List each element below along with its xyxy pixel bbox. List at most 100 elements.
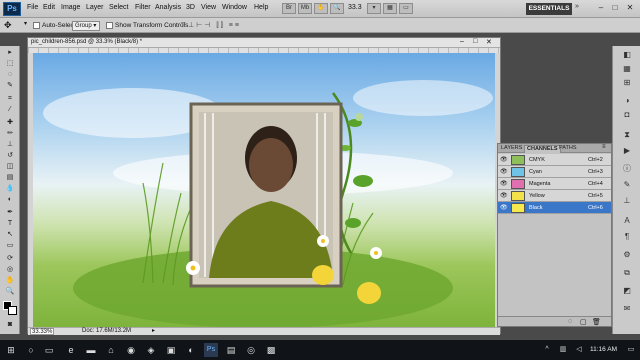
blur-tool[interactable]: 💧 — [3, 184, 17, 194]
channel-row[interactable]: 👁 CMYK Ctrl+2 — [498, 154, 611, 166]
gradient-tool[interactable]: ▤ — [3, 173, 17, 183]
transform-controls-checkbox[interactable] — [106, 22, 113, 29]
tool-presets-icon[interactable]: ⚙ — [621, 250, 633, 260]
navigator-panel-icon[interactable]: ◩ — [621, 286, 633, 296]
workspace-switcher[interactable]: ESSENTIALS — [526, 3, 572, 15]
adjustments-panel-icon[interactable]: ◑ — [621, 96, 633, 106]
channel-row[interactable]: 👁 Black Ctrl+6 — [498, 202, 611, 214]
3d-orbit-tool[interactable]: ◎ — [3, 265, 17, 275]
panel-menu-icon[interactable]: ≡ — [602, 144, 606, 150]
quick-select-tool[interactable]: ✎ — [3, 81, 17, 91]
channel-row[interactable]: 👁 Cyan Ctrl+3 — [498, 166, 611, 178]
menu-3d[interactable]: 3D — [186, 4, 195, 11]
menu-window[interactable]: Window — [222, 4, 247, 11]
menu-select[interactable]: Select — [109, 4, 128, 11]
layer-comps-icon[interactable]: ⧉ — [621, 268, 633, 278]
menu-view[interactable]: View — [201, 4, 216, 11]
menu-layer[interactable]: Layer — [86, 4, 104, 11]
3d-rotate-tool[interactable]: ⟳ — [3, 254, 17, 264]
notes-panel-icon[interactable]: ✉ — [621, 304, 633, 314]
menu-analysis[interactable]: Analysis — [155, 4, 181, 11]
paragraph-panel-icon[interactable]: ¶ — [621, 232, 633, 242]
volume-icon[interactable]: ◁ — [572, 343, 586, 357]
eyedropper-tool[interactable]: ⁄ — [3, 105, 17, 115]
clock[interactable]: 11:16 AM — [590, 346, 617, 353]
document-info[interactable]: Doc: 17.6M/13.2M — [82, 328, 131, 335]
history-panel-icon[interactable]: ⧗ — [621, 130, 633, 140]
cs-live-button[interactable]: » — [575, 3, 585, 15]
brush-tool[interactable]: ✏ — [3, 129, 17, 139]
eraser-tool[interactable]: ◫ — [3, 162, 17, 172]
history-brush-tool[interactable]: ↺ — [3, 151, 17, 161]
chevron-down-icon[interactable]: ▾ — [367, 3, 381, 14]
styles-panel-icon[interactable]: ⊞ — [621, 78, 633, 88]
info-panel-icon[interactable]: ⓘ — [621, 164, 633, 174]
visibility-eye-icon[interactable]: 👁 — [500, 193, 508, 199]
zoom-tool[interactable]: 🔍 — [3, 287, 17, 297]
minimize-icon[interactable]: – — [594, 2, 608, 15]
swatches-panel-icon[interactable]: ▦ — [621, 64, 633, 74]
type-tool[interactable]: T — [3, 219, 17, 229]
doc-minimize-icon[interactable]: – — [460, 38, 464, 45]
status-menu-arrow-icon[interactable]: ▸ — [152, 328, 155, 335]
tool-preset-chevron-icon[interactable]: ▾ — [24, 20, 27, 27]
zoom-field[interactable]: 33.33% — [30, 328, 54, 335]
auto-select-checkbox[interactable] — [33, 22, 40, 29]
visibility-eye-icon[interactable]: 👁 — [500, 157, 508, 163]
app-icon[interactable]: ▩ — [264, 343, 278, 357]
maximize-icon[interactable]: □ — [608, 2, 622, 15]
move-tool[interactable]: ▸ — [3, 48, 17, 58]
app-icon[interactable]: ▤ — [224, 343, 238, 357]
character-panel-icon[interactable]: A — [621, 216, 633, 226]
align-buttons[interactable]: ⊤⊥⊢⊣ ⫿⫿ ≡≡ — [180, 21, 300, 31]
menu-help[interactable]: Help — [254, 4, 268, 11]
auto-select-dropdown[interactable]: Group ▾ — [72, 21, 100, 31]
network-icon[interactable]: ▥ — [556, 343, 570, 357]
doc-close-icon[interactable]: ✕ — [486, 38, 492, 46]
background-color-swatch[interactable] — [8, 306, 17, 315]
clone-source-icon[interactable]: ⊥ — [621, 196, 633, 206]
task-view-icon[interactable]: ▭ — [42, 343, 56, 357]
app-icon[interactable]: ◎ — [244, 343, 258, 357]
quick-mask-icon[interactable]: ◙ — [3, 320, 17, 330]
image-canvas[interactable] — [33, 53, 495, 327]
actions-panel-icon[interactable]: ▶ — [621, 146, 633, 156]
notification-icon[interactable]: ▭ — [624, 343, 638, 357]
dodge-tool[interactable]: ◐ — [3, 195, 17, 205]
visibility-eye-icon[interactable]: 👁 — [500, 169, 508, 175]
zoom-tool-icon[interactable]: 🔍 — [330, 3, 344, 14]
doc-maximize-icon[interactable]: □ — [473, 38, 477, 45]
photoshop-taskbar-icon[interactable]: Ps — [204, 343, 218, 357]
menu-edit[interactable]: Edit — [43, 4, 55, 11]
new-channel-icon[interactable]: ▢ — [580, 318, 587, 326]
file-explorer-icon[interactable]: ▬ — [84, 343, 98, 357]
marquee-tool[interactable]: ⬚ — [3, 59, 17, 69]
visibility-eye-icon[interactable]: 👁 — [500, 205, 508, 211]
color-panel-icon[interactable]: ◧ — [621, 50, 633, 60]
close-icon[interactable]: ✕ — [623, 2, 637, 15]
search-icon[interactable]: ○ — [24, 343, 38, 357]
crop-tool[interactable]: ⌗ — [3, 94, 17, 104]
zoom-level[interactable]: 33.3 — [348, 4, 362, 11]
store-icon[interactable]: ⌂ — [104, 343, 118, 357]
tray-chevron-icon[interactable]: ^ — [540, 343, 554, 357]
clone-stamp-tool[interactable]: ⊥ — [3, 140, 17, 150]
app-icon[interactable]: ▣ — [164, 343, 178, 357]
edge-icon[interactable]: e — [64, 343, 78, 357]
chrome-icon[interactable]: ◉ — [124, 343, 138, 357]
menu-file[interactable]: File — [27, 4, 38, 11]
load-selection-icon[interactable]: ◌ — [568, 318, 572, 325]
hand-icon[interactable]: ✋ — [314, 3, 328, 14]
shape-tool[interactable]: ▭ — [3, 241, 17, 251]
brush-panel-icon[interactable]: ✎ — [621, 180, 633, 190]
tab-layers[interactable]: LAYERS — [499, 145, 524, 152]
app-icon[interactable]: ◈ — [144, 343, 158, 357]
minibridge-icon[interactable]: Mb — [298, 3, 312, 14]
masks-panel-icon[interactable]: ◘ — [621, 110, 633, 120]
hand-tool[interactable]: ✋ — [3, 276, 17, 286]
bridge-icon[interactable]: Br — [282, 3, 296, 14]
path-select-tool[interactable]: ↖ — [3, 230, 17, 240]
healing-brush-tool[interactable]: ✚ — [3, 118, 17, 128]
visibility-eye-icon[interactable]: 👁 — [500, 181, 508, 187]
menu-filter[interactable]: Filter — [135, 4, 151, 11]
